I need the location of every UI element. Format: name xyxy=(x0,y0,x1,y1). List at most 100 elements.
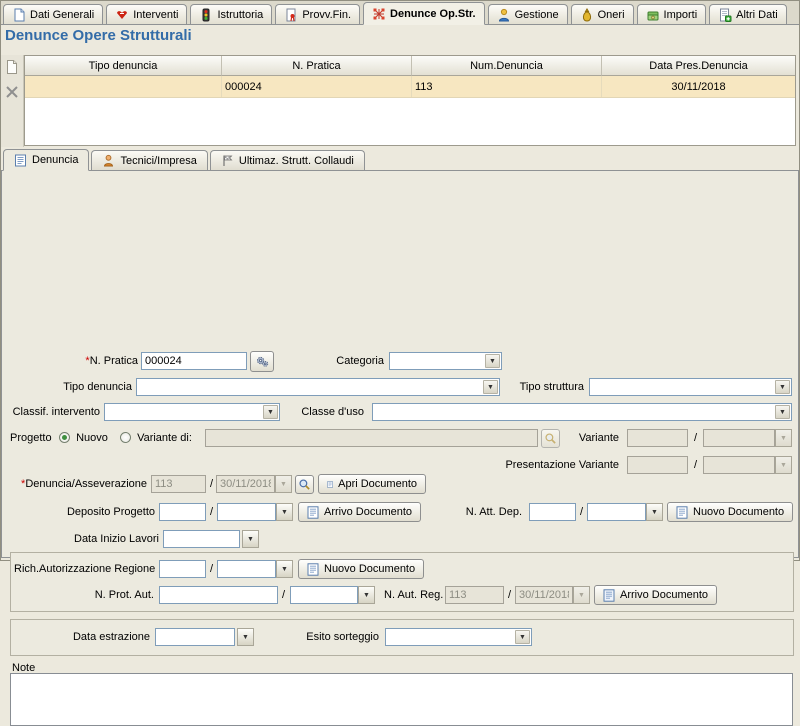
tab-oneri[interactable]: Oneri xyxy=(571,4,634,24)
tab-dati-generali[interactable]: Dati Generali xyxy=(3,4,103,24)
deposito-progetto-date-dropdown[interactable]: ▼ xyxy=(276,503,293,521)
tipo-denuncia-label: Tipo denuncia xyxy=(10,378,132,396)
note-textarea[interactable] xyxy=(10,673,793,726)
classif-intervento-label: Classif. intervento xyxy=(10,403,100,421)
n-att-dep-num-input[interactable] xyxy=(529,503,576,521)
grid-header: Tipo denuncia N. Pratica Num.Denuncia Da… xyxy=(25,56,795,76)
n-aut-reg-date-dropdown[interactable]: ▼ xyxy=(573,586,590,604)
progetto-variante-radio[interactable]: Variante di: xyxy=(120,429,192,447)
data-estrazione-input[interactable] xyxy=(155,628,235,646)
hands-icon xyxy=(115,8,129,22)
denuncia-date-input[interactable] xyxy=(216,475,275,493)
n-att-dep-label: N. Att. Dep. xyxy=(457,503,522,521)
data-inizio-lavori-label: Data Inizio Lavori xyxy=(62,530,159,548)
n-prot-aut-label: N. Prot. Aut. xyxy=(82,586,154,604)
variante-date-dropdown[interactable]: ▼ xyxy=(775,429,792,447)
denuncia-date-dropdown[interactable]: ▼ xyxy=(275,475,292,493)
tab-altri-dati[interactable]: Altri Dati xyxy=(709,4,787,24)
n-att-dep-date-dropdown[interactable]: ▼ xyxy=(646,503,663,521)
data-estrazione-dropdown[interactable]: ▼ xyxy=(237,628,254,646)
chevron-down-icon[interactable]: ▼ xyxy=(775,405,790,419)
presentazione-variante-date-dropdown[interactable]: ▼ xyxy=(775,456,792,474)
classif-intervento-select[interactable]: ▼ xyxy=(104,403,280,421)
detail-tab-bar: Denuncia Tecnici/Impresa Ultimaz. Strutt… xyxy=(1,148,799,171)
data-inizio-lavori-input[interactable] xyxy=(163,530,240,548)
tab-label: Interventi xyxy=(133,9,178,21)
progetto-nuovo-radio[interactable]: Nuovo xyxy=(59,429,108,447)
nuovo-documento-button[interactable]: Nuovo Documento xyxy=(298,559,424,579)
presentazione-variante-num-input[interactable] xyxy=(627,456,688,474)
apri-documento-button[interactable]: Apri Documento xyxy=(318,474,426,494)
radio-label: Variante di: xyxy=(137,432,192,444)
categoria-select[interactable]: ▼ xyxy=(389,352,502,370)
cell-num-denuncia: 113 xyxy=(412,76,602,97)
chevron-down-icon[interactable]: ▼ xyxy=(775,380,790,394)
button-label: Apri Documento xyxy=(338,478,417,490)
tab-denuncia[interactable]: Denuncia xyxy=(3,149,89,171)
document-icon xyxy=(307,506,319,519)
column-header-num-denuncia[interactable]: Num.Denuncia xyxy=(412,56,602,76)
delete-x-icon xyxy=(4,84,20,100)
deposito-progetto-label: Deposito Progetto xyxy=(10,503,155,521)
tab-importi[interactable]: Importi xyxy=(637,4,707,24)
delete-record-button[interactable] xyxy=(4,83,21,100)
tipo-denuncia-select[interactable]: ▼ xyxy=(136,378,500,396)
tipo-struttura-select[interactable]: ▼ xyxy=(589,378,792,396)
n-prot-aut-num-input[interactable] xyxy=(159,586,278,604)
n-aut-reg-date-input[interactable] xyxy=(515,586,573,604)
presentazione-variante-date-input[interactable] xyxy=(703,456,775,474)
column-header-n-pratica[interactable]: N. Pratica xyxy=(222,56,412,76)
search-icon xyxy=(544,432,557,445)
n-pratica-label: *N. Pratica xyxy=(10,352,138,370)
n-aut-reg-num-input[interactable] xyxy=(445,586,504,604)
deposito-progetto-date-input[interactable] xyxy=(217,503,276,521)
tab-label: Provv.Fin. xyxy=(302,9,351,21)
denuncia-search-button[interactable] xyxy=(295,475,314,494)
n-prot-aut-date-dropdown[interactable]: ▼ xyxy=(358,586,375,604)
chevron-down-icon[interactable]: ▼ xyxy=(485,354,500,368)
flag-icon xyxy=(221,154,234,167)
document-icon xyxy=(603,589,615,602)
new-document-icon xyxy=(4,59,20,75)
arrivo-documento-button[interactable]: Arrivo Documento xyxy=(298,502,421,522)
column-header-data-pres-denuncia[interactable]: Data Pres.Denuncia xyxy=(602,56,795,76)
chevron-down-icon[interactable]: ▼ xyxy=(263,405,278,419)
chevron-down-icon[interactable]: ▼ xyxy=(483,380,498,394)
rich-autorizzazione-num-input[interactable] xyxy=(159,560,206,578)
document-icon xyxy=(307,563,319,576)
new-record-button[interactable] xyxy=(4,58,21,75)
tab-provv-fin[interactable]: Provv.Fin. xyxy=(275,4,360,24)
rich-autorizzazione-date-input[interactable] xyxy=(217,560,276,578)
radio-checked-icon xyxy=(59,432,70,443)
tab-interventi[interactable]: Interventi xyxy=(106,4,187,24)
chevron-down-icon[interactable]: ▼ xyxy=(515,630,530,644)
tab-ultimaz-strutt-collaudi[interactable]: Ultimaz. Strutt. Collaudi xyxy=(210,150,365,170)
rich-autorizzazione-date-dropdown[interactable]: ▼ xyxy=(276,560,293,578)
gear-icon xyxy=(255,354,270,369)
variante-num-input[interactable] xyxy=(627,429,688,447)
tab-denunce-op-str[interactable]: Denunce Op.Str. xyxy=(363,2,485,25)
n-pratica-input[interactable] xyxy=(141,352,247,370)
denuncia-num-input[interactable] xyxy=(151,475,206,493)
variante-date-input[interactable] xyxy=(703,429,775,447)
data-inizio-lavori-dropdown[interactable]: ▼ xyxy=(242,530,259,548)
n-prot-aut-date-input[interactable] xyxy=(290,586,358,604)
n-pratica-tools-button[interactable] xyxy=(250,351,274,372)
separator: / xyxy=(210,475,213,493)
tab-istruttoria[interactable]: Istruttoria xyxy=(190,4,272,24)
column-header-tipo-denuncia[interactable]: Tipo denuncia xyxy=(25,56,222,76)
variante-di-input[interactable] xyxy=(205,429,538,447)
deposito-progetto-num-input[interactable] xyxy=(159,503,206,521)
nuovo-documento-button[interactable]: Nuovo Documento xyxy=(667,502,793,522)
variante-label: Variante xyxy=(562,429,619,447)
tab-gestione[interactable]: Gestione xyxy=(488,4,568,24)
variante-di-search-button[interactable] xyxy=(541,429,560,448)
classe-duso-select[interactable]: ▼ xyxy=(372,403,792,421)
tab-tecnici-impresa[interactable]: Tecnici/Impresa xyxy=(91,150,207,170)
esito-sorteggio-select[interactable]: ▼ xyxy=(385,628,532,646)
n-att-dep-date-input[interactable] xyxy=(587,503,646,521)
arrivo-documento-button[interactable]: Arrivo Documento xyxy=(594,585,717,605)
table-row[interactable]: 000024 113 30/11/2018 xyxy=(25,76,795,98)
separator: / xyxy=(210,503,213,521)
cell-n-pratica: 000024 xyxy=(222,76,412,97)
